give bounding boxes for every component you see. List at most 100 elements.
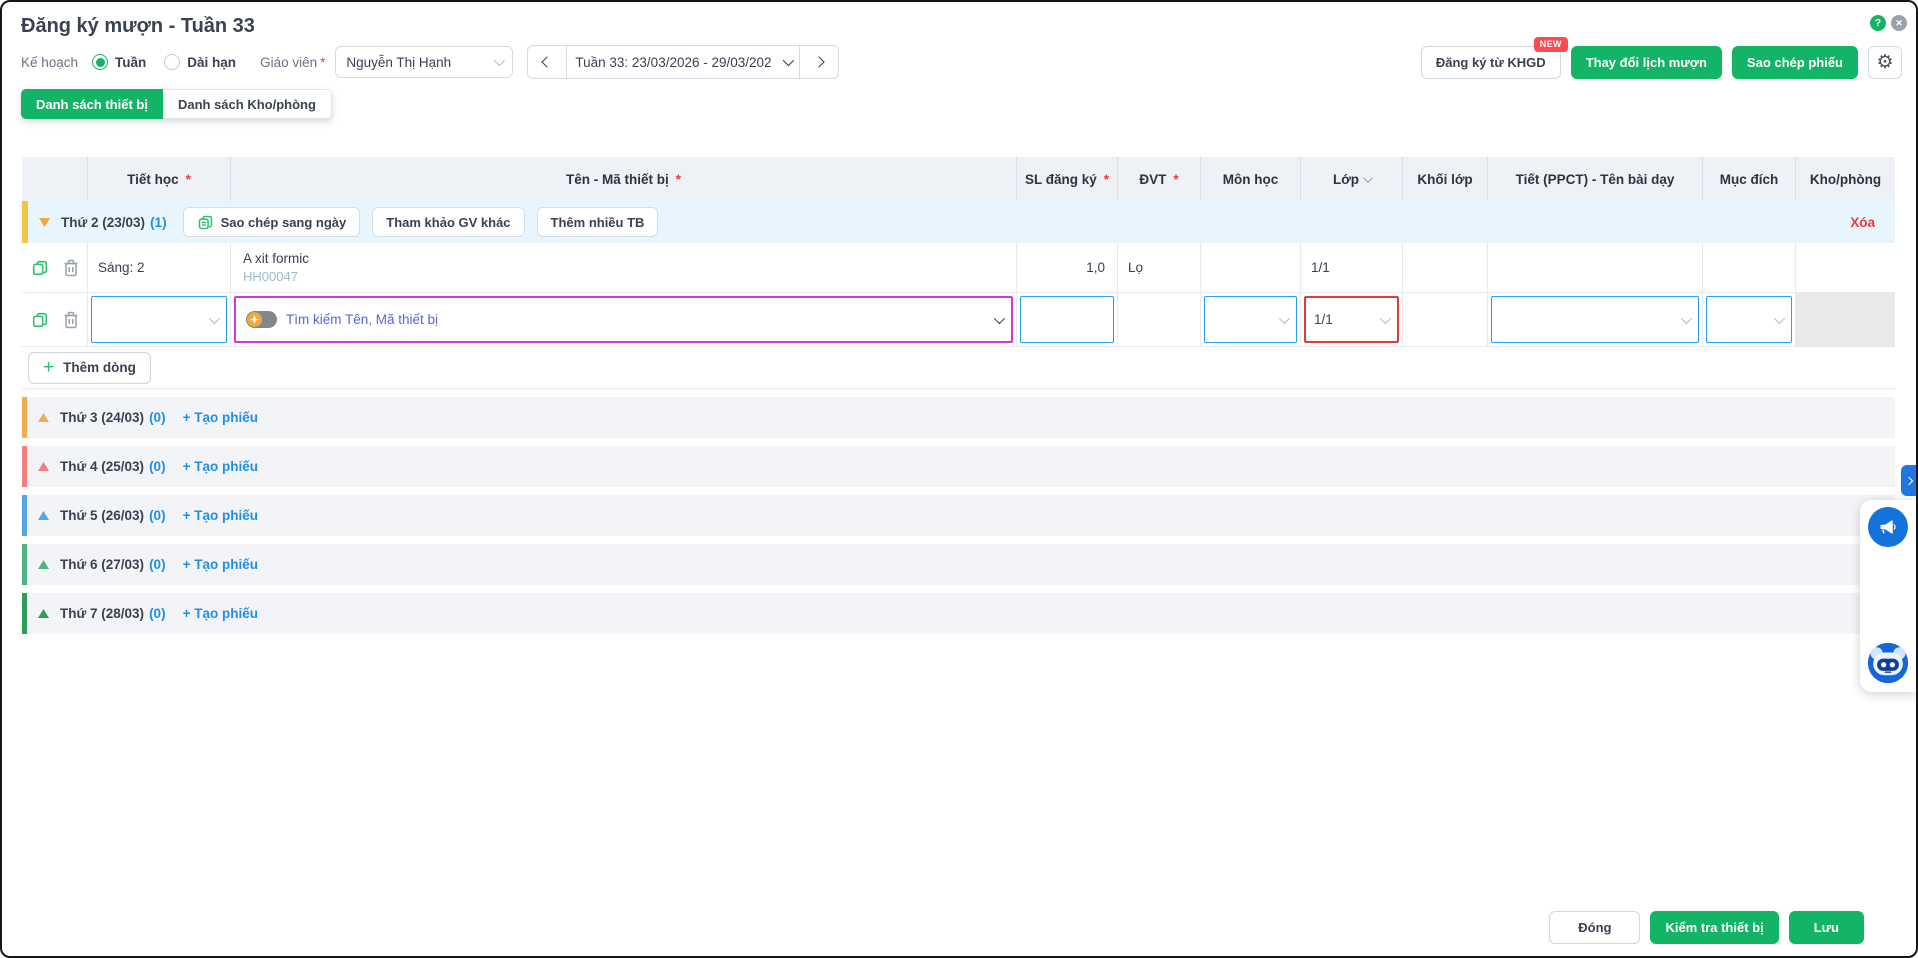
week-navigator: Tuần 33: 23/03/2026 - 29/03/202 xyxy=(527,45,839,79)
col-class[interactable]: Lớp xyxy=(1300,157,1402,201)
day-title: Thứ 2 (23/03) xyxy=(61,215,145,230)
duplicate-row-icon[interactable] xyxy=(31,259,49,277)
device-search-select[interactable]: Tìm kiếm Tên, Mã thiết bị xyxy=(234,296,1013,343)
chatbot-button[interactable] xyxy=(1867,642,1909,684)
reference-other-teacher-button[interactable]: Tham khảo GV khác xyxy=(372,207,524,237)
tab-room-list[interactable]: Danh sách Kho/phòng xyxy=(163,89,332,119)
cell-quantity xyxy=(1016,293,1117,346)
day-title: Thứ 3 (24/03) xyxy=(60,410,144,425)
borrow-registration-modal: Đăng ký mượn - Tuần 33 ? ✕ Kế hoạch Tuần… xyxy=(0,0,1918,958)
settings-button[interactable]: ⚙ xyxy=(1868,46,1902,79)
expand-caret-icon[interactable] xyxy=(38,462,49,471)
day-group-wednesday: Thứ 4 (25/03) (0) + Tạo phiếu xyxy=(22,446,1895,487)
table-row: Sáng: 2 A xit formic HH00047 1,0 Lọ 1/1 xyxy=(22,243,1895,293)
check-device-button[interactable]: Kiểm tra thiết bị xyxy=(1650,911,1778,944)
modal-header: Đăng ký mượn - Tuần 33 ? ✕ xyxy=(2,2,1916,38)
create-ticket-link[interactable]: + Tạo phiếu xyxy=(183,459,258,474)
announcements-button[interactable] xyxy=(1868,507,1908,547)
quantity-input[interactable] xyxy=(1020,296,1114,343)
radio-long-term-circle[interactable] xyxy=(164,54,180,70)
new-badge: NEW xyxy=(1534,37,1568,52)
expand-caret-icon[interactable] xyxy=(38,560,49,569)
megaphone-icon xyxy=(1878,517,1898,537)
col-actions xyxy=(22,157,87,201)
device-name: A xit formic xyxy=(243,251,309,266)
collapse-caret-icon[interactable] xyxy=(39,218,50,227)
sparkle-icon xyxy=(247,312,262,327)
class-select[interactable]: 1/1 xyxy=(1304,296,1399,343)
day-group-friday: Thứ 6 (27/03) (0) + Tạo phiếu xyxy=(22,544,1895,585)
cell-period: Sáng: 2 xyxy=(87,243,230,292)
chevron-left-icon xyxy=(542,56,553,67)
floating-panel xyxy=(1860,500,1916,692)
close-icon[interactable]: ✕ xyxy=(1891,15,1907,31)
radio-week-circle[interactable] xyxy=(92,54,108,70)
create-ticket-link[interactable]: + Tạo phiếu xyxy=(183,557,258,572)
day-color-bar xyxy=(22,544,27,585)
create-ticket-link[interactable]: + Tạo phiếu xyxy=(183,410,258,425)
chevron-down-icon xyxy=(494,55,505,66)
change-schedule-button[interactable]: Thay đổi lịch mượn xyxy=(1571,46,1722,79)
day-count: (1) xyxy=(150,215,167,230)
chevron-down-icon xyxy=(1380,312,1391,323)
register-from-khgd-button[interactable]: Đăng ký từ KHGD NEW xyxy=(1421,46,1561,79)
save-button[interactable]: Lưu xyxy=(1789,911,1864,944)
teacher-select-value: Nguyễn Thị Hạnh xyxy=(346,55,451,70)
cell-grade xyxy=(1402,243,1487,292)
device-code: HH00047 xyxy=(243,269,298,284)
chevron-down-icon xyxy=(994,312,1005,323)
chevron-down-icon xyxy=(783,55,794,66)
trash-icon[interactable] xyxy=(63,259,79,277)
table-edit-row: Tìm kiếm Tên, Mã thiết bị 1/1 xyxy=(22,293,1895,347)
help-icon[interactable]: ? xyxy=(1870,15,1886,31)
week-select[interactable]: Tuần 33: 23/03/2026 - 29/03/202 xyxy=(566,46,800,78)
col-unit: ĐVT* xyxy=(1117,157,1200,201)
add-row-button[interactable]: + Thêm dòng xyxy=(28,352,151,384)
trash-icon[interactable] xyxy=(63,311,79,329)
delete-day-button[interactable]: Xóa xyxy=(1850,215,1875,230)
cell-device: Tìm kiếm Tên, Mã thiết bị xyxy=(230,293,1016,346)
col-device: Tên - Mã thiết bị* xyxy=(230,157,1016,201)
period-select[interactable] xyxy=(91,296,227,343)
day-group-monday: Thứ 2 (23/03) (1) Sao chép sang ngày Tha… xyxy=(22,201,1895,243)
lesson-select[interactable] xyxy=(1491,296,1699,343)
create-ticket-link[interactable]: + Tạo phiếu xyxy=(183,508,258,523)
cell-purpose xyxy=(1702,243,1795,292)
create-ticket-link[interactable]: + Tạo phiếu xyxy=(183,606,258,621)
search-mode-toggle[interactable] xyxy=(246,311,277,328)
day-color-bar xyxy=(22,397,27,438)
radio-week[interactable]: Tuần xyxy=(92,54,146,70)
add-many-devices-button[interactable]: Thêm nhiều TB xyxy=(537,207,659,237)
plus-icon: + xyxy=(43,358,54,377)
col-room: Kho/phòng xyxy=(1795,157,1895,201)
expand-caret-icon[interactable] xyxy=(38,413,49,422)
chevron-down-icon xyxy=(209,312,220,323)
day-title: Thứ 4 (25/03) xyxy=(60,459,144,474)
day-color-bar xyxy=(22,593,27,634)
purpose-select[interactable] xyxy=(1706,296,1792,343)
day-group-tuesday: Thứ 3 (24/03) (0) + Tạo phiếu xyxy=(22,397,1895,438)
day-count: (0) xyxy=(149,410,166,425)
side-panel-expand-button[interactable] xyxy=(1901,465,1916,496)
expand-caret-icon[interactable] xyxy=(38,609,49,618)
copy-ticket-button[interactable]: Sao chép phiếu xyxy=(1732,46,1858,79)
device-table: Tiết học* Tên - Mã thiết bị* SL đăng ký*… xyxy=(22,157,1895,389)
cell-unit: Lọ xyxy=(1117,243,1200,292)
toolbar-actions: Đăng ký từ KHGD NEW Thay đổi lịch mượn S… xyxy=(1421,46,1902,79)
teacher-select[interactable]: Nguyễn Thị Hạnh xyxy=(335,46,513,78)
prev-week-button[interactable] xyxy=(528,46,566,78)
close-button[interactable]: Đóng xyxy=(1549,911,1640,944)
duplicate-row-icon[interactable] xyxy=(31,311,49,329)
copy-to-day-button[interactable]: Sao chép sang ngày xyxy=(183,207,361,237)
day-color-bar xyxy=(22,201,28,243)
expand-caret-icon[interactable] xyxy=(38,511,49,520)
subject-select[interactable] xyxy=(1204,296,1297,343)
day-count: (0) xyxy=(149,459,166,474)
tab-device-list[interactable]: Danh sách thiết bị xyxy=(21,89,163,119)
cell-room-disabled xyxy=(1795,293,1895,346)
day-title: Thứ 5 (26/03) xyxy=(60,508,144,523)
tab-bar: Danh sách thiết bị Danh sách Kho/phòng xyxy=(21,89,332,119)
radio-long-term[interactable]: Dài hạn xyxy=(164,54,236,70)
day-count: (0) xyxy=(149,508,166,523)
next-week-button[interactable] xyxy=(800,46,838,78)
